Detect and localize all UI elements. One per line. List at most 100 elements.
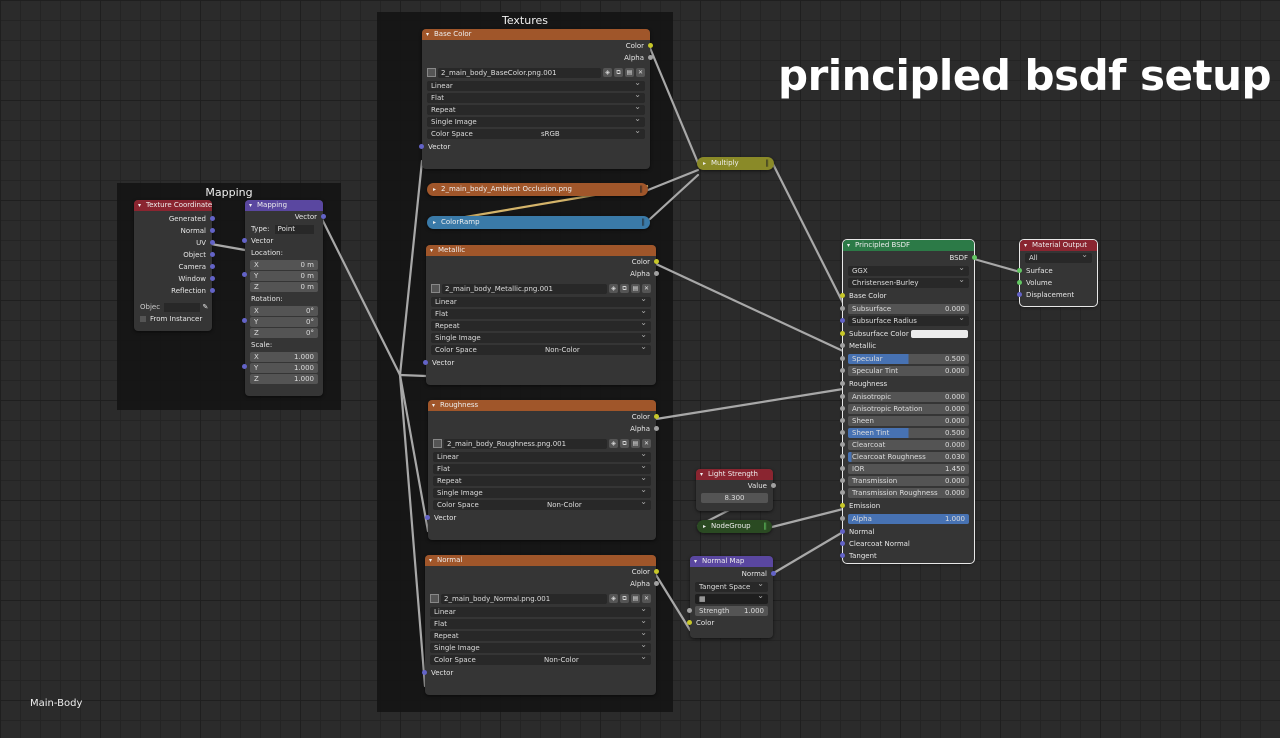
bsdf-input-socket[interactable] [840, 306, 845, 311]
source-dropdown[interactable]: Single Image [433, 485, 651, 498]
bsdf-input-anisotropic[interactable]: Anisotropic 0.000 [840, 392, 969, 402]
bsdf-input-anisotropic-rotation[interactable]: Anisotropic Rotation 0.000 [840, 404, 969, 414]
from-instancer-row[interactable]: From Instancer [134, 313, 212, 325]
interpolation-dropdown[interactable]: Linear [433, 449, 651, 462]
bsdf-input-clearcoat-roughness[interactable]: Clearcoat Roughness 0.030 [840, 452, 969, 462]
light-strength-header[interactable]: Light Strength [696, 469, 773, 480]
texcoord-output-socket[interactable] [210, 288, 215, 293]
material-output-socket[interactable] [1017, 280, 1022, 285]
bsdf-input-socket[interactable] [840, 394, 845, 399]
mapping-location-2[interactable]: Z 0 m [250, 282, 318, 292]
bsdf-input-socket[interactable] [840, 368, 845, 373]
bsdf-input-socket[interactable] [840, 541, 845, 546]
collapse-arrow-icon[interactable]: ▸ [703, 520, 706, 533]
interpolation-dropdown[interactable]: Linear [430, 604, 651, 617]
image-texture-header[interactable]: Metallic [426, 245, 656, 256]
image-name-field[interactable]: 2_main_body_Normal.png.001 [441, 593, 607, 604]
bsdf-input-socket[interactable] [840, 478, 845, 483]
bsdf-input-socket[interactable] [840, 430, 845, 435]
image-selector[interactable]: 2_main_body_Roughness.png.001 ◈ ⧉ ▤ ✕ [433, 438, 651, 449]
light-strength-node[interactable]: Light Strength Value 8.300 [696, 469, 776, 511]
collapse-arrow-icon[interactable]: ▸ [703, 157, 706, 170]
material-output-node[interactable]: Material Output All SurfaceVolumeDisplac… [1017, 239, 1098, 307]
mapping-type-row[interactable]: Type: Point [245, 223, 323, 235]
subsurface-method-dropdown[interactable]: Christensen-Burley [848, 275, 969, 288]
image-texture-header[interactable]: Roughness [428, 400, 656, 411]
close-icon[interactable]: ✕ [636, 68, 645, 77]
image-browse-icon[interactable] [431, 284, 440, 293]
image-selector[interactable]: 2_main_body_Metallic.png.001 ◈ ⧉ ▤ ✕ [431, 283, 651, 294]
mapping-vector-out-socket[interactable] [321, 214, 326, 219]
texcoord-output-socket[interactable] [210, 240, 215, 245]
bsdf-input-socket[interactable] [840, 516, 845, 521]
collapse-arrow-icon[interactable]: ▸ [433, 216, 436, 229]
fake-user-shield-icon[interactable]: ◈ [609, 594, 618, 603]
texcoord-output-socket[interactable] [210, 276, 215, 281]
open-folder-icon[interactable]: ▤ [631, 594, 640, 603]
vector-input-socket[interactable] [423, 360, 428, 365]
bsdf-input-ior[interactable]: IOR 1.450 [840, 464, 969, 474]
bsdf-input-socket[interactable] [840, 442, 845, 447]
fake-user-shield-icon[interactable]: ◈ [609, 284, 618, 293]
bsdf-input-alpha[interactable]: Alpha 1.000 [840, 514, 969, 524]
color-output-socket[interactable] [654, 259, 659, 264]
collapse-arrow-icon[interactable]: ▸ [433, 183, 436, 196]
mapping-rotation-1[interactable]: Y 0° [250, 317, 318, 327]
mapping-location-socket[interactable] [242, 272, 247, 277]
normal-map-strength-field[interactable]: Strength 1.000 [687, 606, 768, 616]
bsdf-input-socket[interactable] [840, 454, 845, 459]
colorspace-dropdown[interactable]: Color Space sRGB [427, 126, 645, 139]
bsdf-input-specular[interactable]: Specular 0.500 [840, 354, 969, 364]
principled-bsdf-node[interactable]: Principled BSDF BSDF GGX Christensen-Bur… [840, 239, 977, 564]
principled-bsdf-header[interactable]: Principled BSDF [843, 240, 974, 251]
fake-user-shield-icon[interactable]: ◈ [609, 439, 618, 448]
image-name-field[interactable]: 2_main_body_BaseColor.png.001 [438, 67, 601, 78]
interpolation-dropdown[interactable]: Linear [431, 294, 651, 307]
normal-map-strength-socket[interactable] [687, 608, 692, 613]
bsdf-input-socket[interactable] [840, 418, 845, 423]
bsdf-input-sheen[interactable]: Sheen 0.000 [840, 416, 969, 426]
projection-dropdown[interactable]: Flat [431, 306, 651, 319]
vector-input-socket[interactable] [419, 144, 424, 149]
mapping-scale-0[interactable]: X 1.000 [250, 352, 318, 362]
bsdf-input-socket[interactable] [840, 318, 845, 323]
bsdf-input-socket[interactable] [840, 529, 845, 534]
colorramp-node[interactable]: ▸ ColorRamp || [427, 216, 650, 229]
image-browse-icon[interactable] [433, 439, 442, 448]
bsdf-input-subsurface-color[interactable]: Subsurface Color [840, 328, 974, 340]
bsdf-input-socket[interactable] [840, 381, 845, 386]
open-folder-icon[interactable]: ▤ [625, 68, 634, 77]
bsdf-input-socket[interactable] [840, 490, 845, 495]
interpolation-dropdown[interactable]: Linear [427, 78, 645, 91]
light-strength-value-field[interactable]: 8.300 [701, 493, 768, 503]
material-output-socket[interactable] [1017, 268, 1022, 273]
colorspace-dropdown[interactable]: Color Space Non-Color [433, 497, 651, 510]
extension-dropdown[interactable]: Repeat [431, 318, 651, 331]
image-texture-roughness[interactable]: Roughness Color Alpha 2_main_body_Roughness… [425, 400, 659, 540]
object-picker[interactable] [164, 302, 201, 312]
mapping-scale-socket[interactable] [242, 364, 247, 369]
mapping-node[interactable]: Mapping Vector Type: Point Vector Locati… [242, 200, 326, 396]
duplicate-icon[interactable]: ⧉ [620, 594, 629, 603]
nodegroup-node[interactable]: ▸ NodeGroup || [697, 520, 772, 533]
colorspace-dropdown[interactable]: Color Space Non-Color [430, 652, 651, 665]
from-instancer-checkbox[interactable] [140, 316, 146, 322]
mapping-rotation-2[interactable]: Z 0° [250, 328, 318, 338]
normal-map-uvmap-field[interactable]: ▦ [695, 591, 768, 604]
source-dropdown[interactable]: Single Image [431, 330, 651, 343]
mapping-location-1[interactable]: Y 0 m [250, 271, 318, 281]
image-texture-normal[interactable]: Normal Color Alpha 2_main_body_Normal.png.0… [422, 555, 659, 695]
projection-dropdown[interactable]: Flat [433, 461, 651, 474]
extension-dropdown[interactable]: Repeat [430, 628, 651, 641]
color-output-socket[interactable] [654, 414, 659, 419]
mapping-header[interactable]: Mapping [245, 200, 323, 211]
bsdf-input-subsurface-radius[interactable]: Subsurface Radius [840, 313, 969, 326]
image-browse-icon[interactable] [430, 594, 439, 603]
bsdf-input-specular-tint[interactable]: Specular Tint 0.000 [840, 366, 969, 376]
bsdf-input-transmission[interactable]: Transmission 0.000 [840, 476, 969, 486]
image-name-field[interactable]: 2_main_body_Roughness.png.001 [444, 438, 607, 449]
duplicate-icon[interactable]: ⧉ [614, 68, 623, 77]
alpha-output-socket[interactable] [654, 271, 659, 276]
mapping-rotation-0[interactable]: X 0° [250, 306, 318, 316]
vector-input-socket[interactable] [422, 670, 427, 675]
